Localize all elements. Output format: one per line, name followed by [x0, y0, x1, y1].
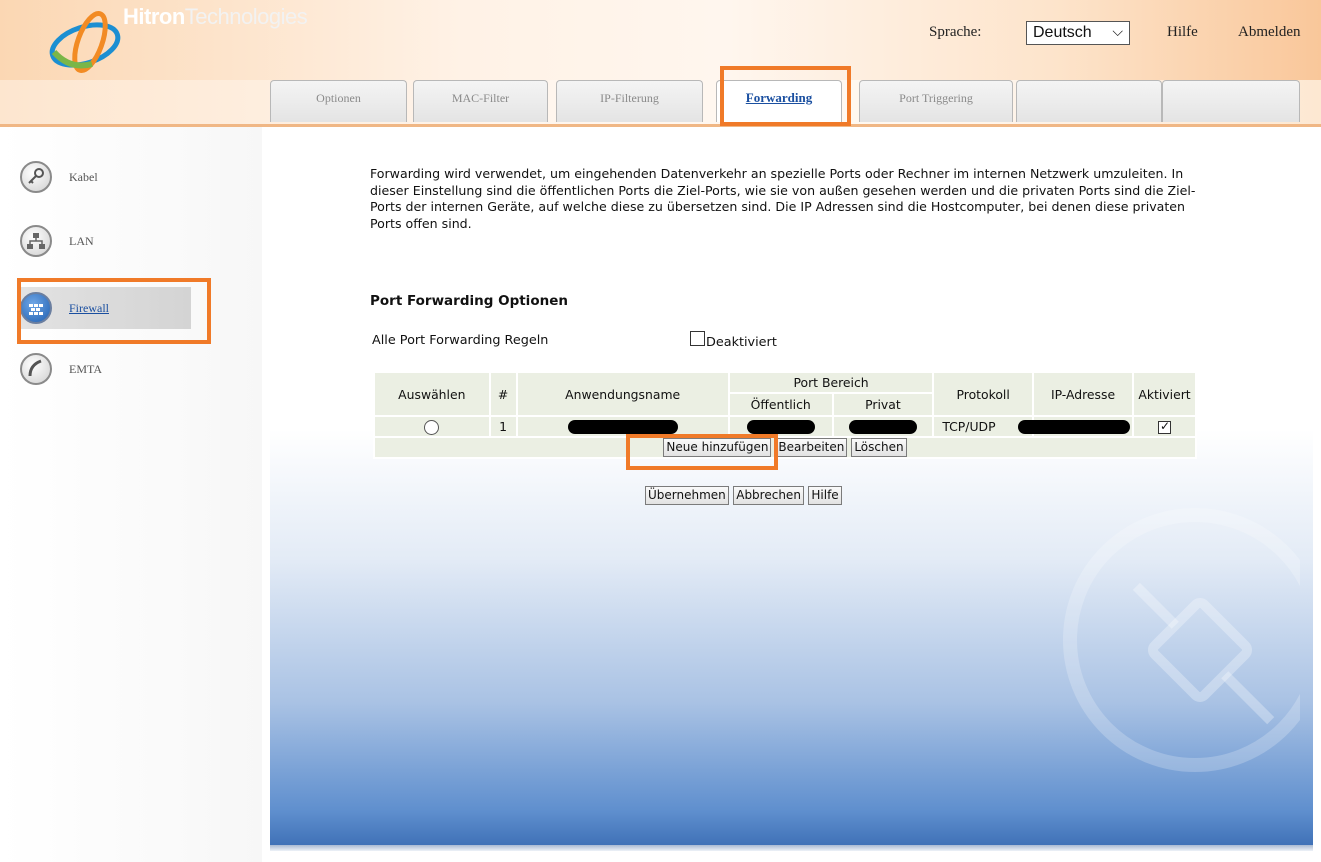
phone-icon — [20, 353, 52, 385]
tab-mac-filter[interactable]: MAC-Filter — [413, 80, 548, 122]
redacted-public-port — [746, 420, 815, 435]
sidebar-item-kabel[interactable]: Kabel — [20, 157, 98, 197]
row-enabled-cell: ✓ — [1132, 415, 1197, 438]
apply-button[interactable]: Übernehmen — [645, 486, 729, 505]
disable-all-checkbox[interactable] — [690, 331, 705, 346]
logout-link[interactable]: Abmelden — [1238, 24, 1300, 41]
brand-name: HitronTechnologies — [123, 4, 308, 30]
disable-all-label: Deaktiviert — [706, 335, 777, 350]
col-header-public: Öffentlich — [727, 392, 834, 417]
row-select-cell — [373, 415, 491, 438]
sidebar-item-label: LAN — [69, 233, 94, 248]
watermark-plug-icon — [1063, 508, 1300, 772]
language-value: Deutsch — [1033, 24, 1092, 41]
redacted-private-port — [848, 420, 917, 435]
sidebar-item-emta[interactable]: EMTA — [20, 349, 102, 389]
col-header-number: # — [488, 371, 518, 417]
help-button[interactable]: Hilfe — [808, 486, 842, 505]
chevron-down-icon: ⌵ — [1112, 23, 1123, 39]
tab-port-triggering[interactable]: Port Triggering — [859, 80, 1013, 122]
col-header-protocol: Protokoll — [932, 371, 1035, 417]
checkmark-icon: ✓ — [1160, 419, 1171, 433]
col-header-enabled: Aktiviert — [1132, 371, 1197, 417]
highlight-firewall-item — [17, 278, 211, 344]
network-icon — [20, 225, 52, 257]
row-private-port — [831, 415, 935, 438]
table-actions-row: Neue hinzufügen Bearbeiten Löschen — [373, 436, 1197, 459]
row-number: 1 — [488, 415, 518, 438]
tab-ip-filtering[interactable]: IP-Filterung — [556, 80, 703, 122]
highlight-add-new-button — [626, 434, 778, 470]
port-forwarding-table: Auswählen # Anwendungsname Port Bereich … — [373, 371, 1197, 459]
col-header-ip: IP-Adresse — [1032, 371, 1135, 417]
section-title: Port Forwarding Optionen — [370, 293, 568, 309]
sidebar-item-label: Kabel — [69, 169, 98, 184]
tab-empty-1[interactable] — [1016, 80, 1162, 122]
redacted-app-name — [567, 420, 678, 435]
row-enabled-checkbox[interactable]: ✓ — [1158, 419, 1171, 434]
form-buttons: Übernehmen Abbrechen Hilfe — [645, 486, 842, 505]
table-row: 1 TCP/UDP ✓ — [373, 415, 1197, 438]
col-header-private: Privat — [831, 392, 935, 417]
main-panel-shadow — [270, 845, 1313, 851]
cancel-button[interactable]: Abbrechen — [733, 486, 804, 505]
intro-text: Forwarding wird verwendet, um eingehende… — [370, 166, 1196, 231]
col-header-select: Auswählen — [373, 371, 491, 417]
row-select-radio[interactable] — [424, 419, 440, 435]
sidebar-item-lan[interactable]: LAN — [20, 221, 94, 261]
edit-button[interactable]: Bearbeiten — [775, 438, 848, 457]
highlight-forwarding-tab — [720, 66, 851, 126]
hitron-logo — [49, 11, 121, 73]
key-icon — [20, 161, 52, 193]
redacted-ip — [1018, 420, 1131, 435]
row-ip — [1018, 415, 1135, 438]
language-label: Sprache: — [929, 24, 982, 40]
help-link[interactable]: Hilfe — [1167, 24, 1198, 41]
all-rules-label: Alle Port Forwarding Regeln — [372, 333, 549, 348]
col-header-app-name: Anwendungsname — [515, 371, 730, 417]
tab-options[interactable]: Optionen — [270, 80, 407, 122]
tab-empty-2[interactable] — [1162, 80, 1300, 122]
brand-rest: Technologies — [184, 4, 308, 29]
sidebar-item-label: EMTA — [69, 361, 103, 376]
language-select[interactable]: Deutsch ⌵ — [1026, 21, 1130, 45]
table-actions-cell: Neue hinzufügen Bearbeiten Löschen — [373, 436, 1197, 459]
delete-button[interactable]: Löschen — [851, 438, 907, 457]
col-header-port-range: Port Bereich — [727, 371, 935, 394]
brand-bold: Hitron — [123, 4, 185, 29]
